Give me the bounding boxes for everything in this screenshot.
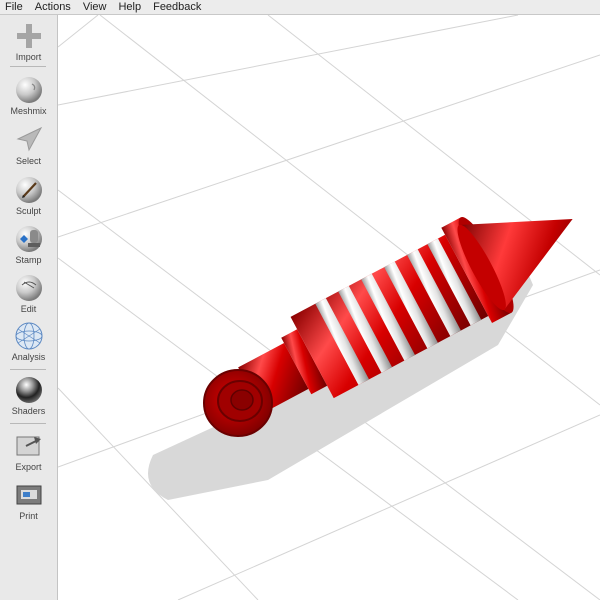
meshmix-button[interactable]: Meshmix xyxy=(0,75,57,116)
scene-canvas[interactable] xyxy=(58,15,600,600)
toolbar-divider xyxy=(10,369,46,370)
stamp-icon xyxy=(15,226,42,252)
menu-view[interactable]: View xyxy=(77,0,113,14)
menu-actions[interactable]: Actions xyxy=(29,0,77,14)
3d-viewport[interactable] xyxy=(58,15,600,600)
toolbar-divider xyxy=(10,423,46,424)
export-button[interactable]: Export xyxy=(0,431,57,472)
plus-icon xyxy=(16,24,41,48)
meshmix-label: Meshmix xyxy=(10,106,47,116)
printer-icon xyxy=(16,485,41,505)
tool-panel: Import Meshmix Select Sculpt Stamp Edit … xyxy=(0,15,58,600)
export-icon xyxy=(16,436,41,456)
import-label: Import xyxy=(15,52,42,62)
print-button[interactable]: Print xyxy=(0,480,57,521)
analysis-label: Analysis xyxy=(11,352,46,362)
print-label: Print xyxy=(19,511,38,521)
wireframe-ball-icon xyxy=(15,322,42,350)
stamp-label: Stamp xyxy=(15,255,42,265)
arrow-icon xyxy=(15,126,42,152)
edit-label: Edit xyxy=(20,304,37,314)
menu-file[interactable]: File xyxy=(0,0,29,14)
toolbar-divider xyxy=(10,66,46,67)
brush-icon xyxy=(15,177,42,203)
menu-bar: File Actions View Help Feedback xyxy=(0,0,600,15)
import-button[interactable]: Import xyxy=(0,21,57,62)
sculpt-button[interactable]: Sculpt xyxy=(0,175,57,216)
chrome-ball-icon xyxy=(15,377,42,403)
meshmix-ball-icon xyxy=(15,77,42,103)
stamp-button[interactable]: Stamp xyxy=(0,224,57,265)
export-label: Export xyxy=(15,462,42,472)
edit-button[interactable]: Edit xyxy=(0,273,57,314)
menu-feedback[interactable]: Feedback xyxy=(147,0,207,14)
shaders-button[interactable]: Shaders xyxy=(0,375,57,416)
shaders-label: Shaders xyxy=(11,406,46,416)
select-label: Select xyxy=(15,156,41,166)
sculpt-label: Sculpt xyxy=(15,206,41,216)
analysis-button[interactable]: Analysis xyxy=(0,321,57,362)
select-button[interactable]: Select xyxy=(0,125,57,166)
menu-help[interactable]: Help xyxy=(112,0,147,14)
edit-ball-icon xyxy=(15,275,42,301)
